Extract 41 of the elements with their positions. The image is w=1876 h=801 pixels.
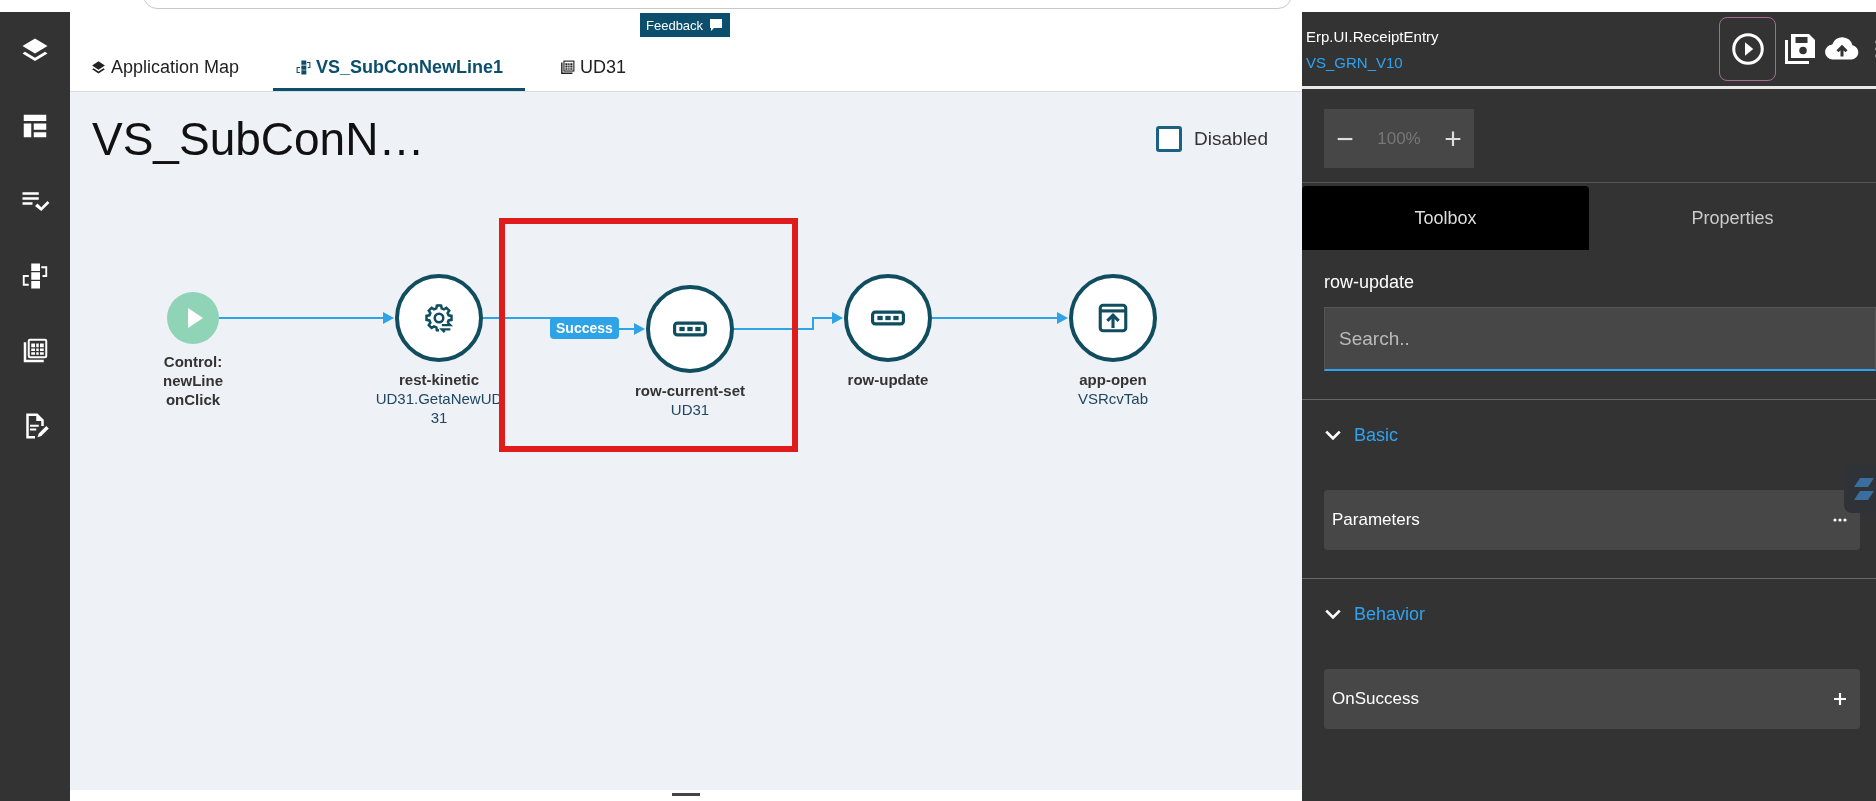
- flow-icon: [295, 59, 313, 76]
- save-icon[interactable]: [1782, 31, 1818, 67]
- zoom-in-button[interactable]: +: [1438, 121, 1468, 156]
- app-name: Erp.UI.ReceiptEntry: [1306, 27, 1439, 45]
- zoom-out-button[interactable]: −: [1330, 121, 1360, 156]
- node-title: row-update: [846, 370, 930, 389]
- run-button[interactable]: [1719, 17, 1776, 81]
- gear-icon: [422, 301, 456, 335]
- flow-icon: [20, 261, 50, 291]
- plus-icon: [1832, 691, 1848, 707]
- node-title: row-current-set: [634, 381, 746, 400]
- tab[interactable]: UD31: [547, 47, 639, 91]
- start-node[interactable]: [167, 292, 219, 344]
- feedback-button[interactable]: Feedback: [640, 13, 731, 37]
- node-subtitle: VSRcvTab: [1077, 389, 1149, 408]
- node-subtitle: UD31.GetaNewUD31: [374, 389, 504, 427]
- panel-tab[interactable]: Toolbox: [1302, 186, 1589, 250]
- section-header[interactable]: Basic: [1324, 400, 1398, 470]
- chat-icon: [708, 17, 725, 33]
- play-icon: [185, 306, 205, 330]
- resize-handle[interactable]: [672, 793, 700, 796]
- search-field[interactable]: Search..: [1324, 307, 1876, 371]
- layer-name: VS_GRN_V10: [1306, 53, 1404, 71]
- open-window-icon: [1096, 301, 1130, 335]
- layers-icon: [90, 59, 107, 76]
- edge-label: Success: [550, 317, 619, 339]
- grid-icon: [559, 59, 577, 76]
- flow-title: VS_SubConN…: [92, 112, 425, 166]
- section-header[interactable]: Behavior: [1324, 579, 1426, 649]
- node-subtitle: UD31: [669, 400, 711, 419]
- node-title: app-open: [1078, 370, 1148, 389]
- checkbox-label: Disabled: [1194, 128, 1268, 150]
- selected-node-name: row-update: [1323, 271, 1416, 293]
- node-title: Control: newLine onClick: [162, 352, 224, 409]
- property-label: Parameters: [1332, 510, 1420, 530]
- play-circle-icon: [1729, 31, 1766, 67]
- node-title: rest-kinetic: [397, 370, 480, 389]
- tab[interactable]: Application Map: [78, 47, 252, 91]
- property-label: OnSuccess: [1332, 689, 1419, 709]
- add-button[interactable]: [1832, 691, 1848, 707]
- stripes-icon: [1852, 476, 1876, 502]
